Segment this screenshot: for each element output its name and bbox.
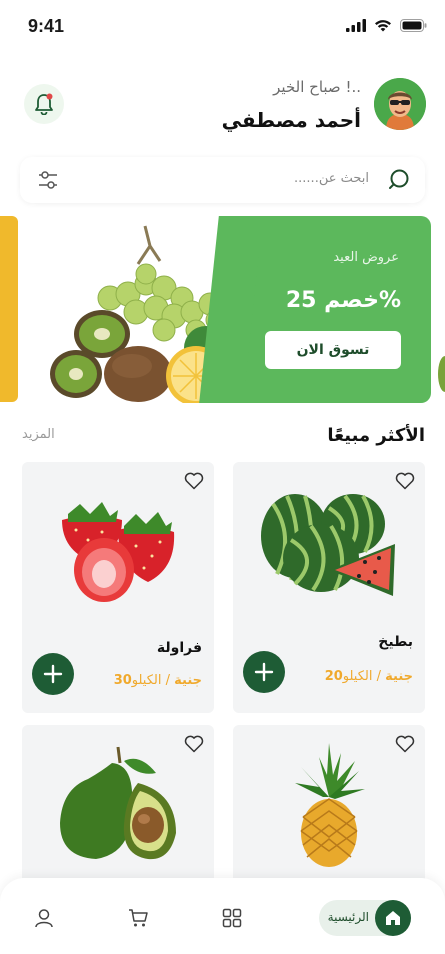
promo-banner[interactable]: عروض العيد خصم 25% تسوق الان [20,216,431,403]
bottom-navigation: الرئيسية [0,878,445,954]
nav-home[interactable]: الرئيسية [319,900,411,936]
battery-icon [400,19,427,32]
watermelon-image [261,494,395,596]
heart-icon[interactable] [184,735,204,753]
bell-icon [35,93,53,115]
banner-offer-label: عروض العيد [333,250,399,265]
search-icon[interactable] [387,168,411,192]
pineapple-image [295,743,365,867]
product-name: بطيخ [378,634,413,650]
product-price-unit: / الكيلو [131,673,175,688]
product-card-strawberry[interactable]: فراولة 30جنية / الكيلو [22,462,214,713]
grid-icon[interactable] [222,908,242,928]
search-bar[interactable]: ابحث عن...... [20,157,425,203]
avatar[interactable] [374,78,426,130]
status-bar: 9:41 [0,0,445,56]
product-card-pineapple[interactable] [233,725,425,885]
shop-now-button[interactable]: تسوق الان [265,331,401,369]
product-price-unit: / الكيلو [342,669,386,684]
next-banner-peek[interactable] [438,356,445,392]
product-card-avocado[interactable] [22,725,214,885]
cart-icon[interactable] [128,908,148,928]
product-price: 20جنية / الكيلو [325,669,413,684]
banner-discount: خصم 25% [285,288,401,313]
see-more-link[interactable]: المزيد [22,427,55,442]
notifications-button[interactable] [24,84,64,124]
status-time: 9:41 [28,16,65,36]
avatar-image [374,78,426,130]
user-icon[interactable] [34,908,54,928]
signal-icon [346,19,366,32]
filter-icon[interactable] [36,168,60,192]
heart-icon[interactable] [395,735,415,753]
strawberry-image [62,502,175,602]
greeting-text: صباح الخير !.. [273,78,361,96]
wifi-icon [375,20,391,32]
status-icons [346,19,427,32]
add-to-cart-button[interactable] [32,653,74,695]
plus-icon [43,664,63,684]
banner-offer-panel: عروض العيد خصم 25% تسوق الان [231,216,431,403]
product-price: 30جنية / الكيلو [114,673,202,688]
product-name: فراولة [156,640,202,656]
user-name: أحمد مصطفي [221,108,361,132]
home-icon [386,911,400,925]
plus-icon [254,662,274,682]
previous-banner-peek[interactable] [0,216,18,402]
nav-home-label: الرئيسية [327,910,369,924]
product-card-watermelon[interactable]: بطيخ 20جنية / الكيلو [233,462,425,713]
avocado-image [60,746,176,860]
heart-icon[interactable] [184,472,204,490]
search-input[interactable]: ابحث عن...... [294,171,369,186]
home-icon-circle [375,900,411,936]
add-to-cart-button[interactable] [243,651,285,693]
best-sellers-title: الأكثر مبيعًا [327,425,425,446]
